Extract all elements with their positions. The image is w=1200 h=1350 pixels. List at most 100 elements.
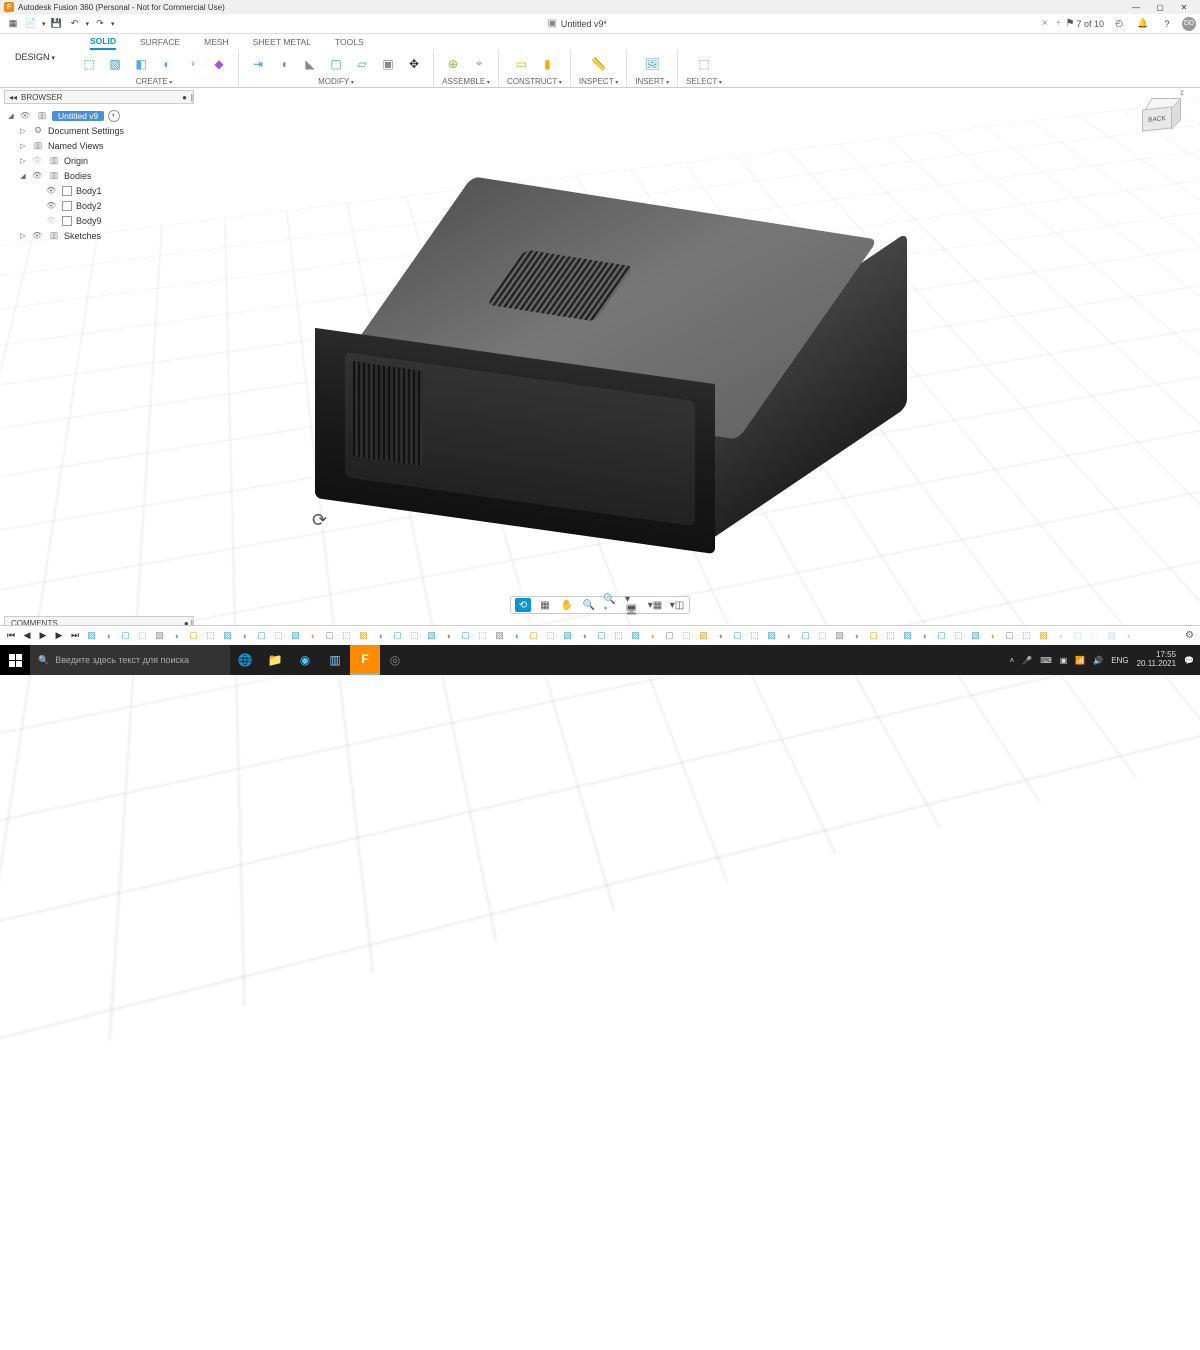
maximize-button[interactable]: ▢ [1148,0,1172,14]
timeline-step[interactable]: ◖ [781,629,796,643]
timeline-end-icon[interactable]: ⏭ [68,629,82,643]
tree-root[interactable]: ◢👁▥ Untitled v9 ◐ [4,108,194,123]
tray-clock[interactable]: 17:55 20.11.2021 [1137,651,1176,669]
version-badge-icon[interactable]: ◐ [108,110,120,122]
timeline-step[interactable]: ▢ [322,629,337,643]
tree-body2[interactable]: 👁Body2 [4,198,194,213]
timeline-step[interactable]: ⬚ [883,629,898,643]
tray-mic-icon[interactable]: 🎤 [1022,656,1032,665]
orbit-icon[interactable]: ⟲ [515,598,531,612]
timeline-step[interactable]: ▧ [560,629,575,643]
timeline-step[interactable]: ◖ [645,629,660,643]
timeline-step[interactable]: ◖ [1121,629,1136,643]
timeline-step[interactable]: ▢ [730,629,745,643]
timeline-step[interactable]: ⬚ [679,629,694,643]
timeline-step[interactable]: ▧ [220,629,235,643]
taskbar-fusion-icon[interactable]: F [350,645,380,675]
timeline-step[interactable]: ▧ [1036,629,1051,643]
group-select-label[interactable]: SELECT [686,77,722,87]
timeline-step[interactable]: ▧ [84,629,99,643]
timeline-step[interactable]: ⬚ [1087,629,1102,643]
workspace-switcher[interactable]: DESIGN [0,34,70,87]
box-icon[interactable]: ▧ [104,53,126,75]
timeline-step[interactable]: ▢ [866,629,881,643]
file-icon[interactable]: 📄 [22,16,40,32]
timeline-step[interactable]: ◖ [985,629,1000,643]
save-icon[interactable]: 💾 [48,16,66,32]
timeline-step[interactable]: ▢ [254,629,269,643]
redo-dropdown-icon[interactable]: ▾ [111,20,115,28]
minimize-button[interactable]: — [1124,0,1148,14]
timeline-step[interactable]: ⬚ [747,629,762,643]
tree-doc-settings[interactable]: ▷⚙Document Settings [4,123,194,138]
extensions-button[interactable]: ⚑7 of 10 [1066,18,1105,29]
timeline-step[interactable]: ▢ [186,629,201,643]
timeline-step[interactable]: ▢ [458,629,473,643]
taskbar-explorer-icon[interactable]: 📁 [260,645,290,675]
help-icon[interactable]: ? [1158,16,1176,32]
zoom-icon[interactable]: 🔍 [581,598,597,612]
notifications-icon[interactable]: 🔔 [1134,16,1152,32]
timeline-step[interactable]: ▧ [764,629,779,643]
select-icon[interactable]: ⬚ [693,53,715,75]
group-inspect-label[interactable]: INSPECT [579,77,618,87]
plane-icon[interactable]: ▭ [510,53,532,75]
tab-surface[interactable]: SURFACE [140,35,180,49]
timeline-fwd-icon[interactable]: ▶ [52,629,66,643]
timeline-step[interactable]: ◖ [169,629,184,643]
timeline-step[interactable]: ▢ [934,629,949,643]
as-built-joint-icon[interactable]: ⌖ [468,53,490,75]
timeline-step[interactable]: ▧ [696,629,711,643]
timeline-step[interactable]: ◖ [237,629,252,643]
grid-settings-icon[interactable]: ▾▦ [647,598,663,612]
tab-tools[interactable]: TOOLS [335,35,364,49]
timeline-step[interactable]: ◖ [305,629,320,643]
tray-wifi-icon[interactable]: 📶 [1075,656,1085,665]
viewcube[interactable]: z BACK [1140,94,1182,136]
timeline-step[interactable]: ◖ [101,629,116,643]
timeline-step[interactable]: ▧ [288,629,303,643]
timeline-step[interactable]: ▢ [1070,629,1085,643]
system-tray[interactable]: ˄ 🎤 ⌨ ▣ 📶 🔊 ENG 17:55 20.11.2021 💬 [1010,651,1200,669]
timeline-step[interactable]: ⬚ [951,629,966,643]
document-tab-label[interactable]: Untitled v9* [561,19,607,29]
extrude-icon[interactable]: ◧ [130,53,152,75]
timeline-step[interactable]: ▢ [118,629,133,643]
tree-origin[interactable]: ▷👁▥Origin [4,153,194,168]
timeline-step[interactable]: ▢ [1002,629,1017,643]
tree-sketches[interactable]: ▷👁▥Sketches [4,228,194,243]
axis-icon[interactable]: ▮ [536,53,558,75]
timeline-step[interactable]: ▧ [424,629,439,643]
press-pull-icon[interactable]: ⇥ [247,53,269,75]
tray-lang[interactable]: ENG [1111,656,1128,665]
timeline-step[interactable]: ◖ [849,629,864,643]
timeline-step[interactable]: ▢ [798,629,813,643]
timeline-settings-icon[interactable]: ⚙ [1185,630,1194,641]
job-status-icon[interactable]: ◴ [1110,16,1128,32]
timeline-step[interactable]: ⬚ [475,629,490,643]
group-construct-label[interactable]: CONSTRUCT [507,77,562,87]
tray-nvidia-icon[interactable]: ▣ [1060,656,1068,665]
tree-body1[interactable]: 👁Body1 [4,183,194,198]
tray-keyboard-icon[interactable]: ⌨ [1040,656,1052,665]
chamfer-icon[interactable]: ◣ [299,53,321,75]
taskbar-obs-icon[interactable]: ◎ [380,645,410,675]
timeline-step[interactable]: ⬚ [543,629,558,643]
user-avatar[interactable]: DD [1182,17,1196,31]
timeline-step[interactable]: ⬚ [815,629,830,643]
browser-collapse-icon[interactable]: | [191,93,193,102]
tree-body9[interactable]: 👁Body9 [4,213,194,228]
taskbar-app4-icon[interactable]: ▥ [320,645,350,675]
sweep-icon[interactable]: ⬫ [182,53,204,75]
timeline-step[interactable]: ▧ [900,629,915,643]
group-modify-label[interactable]: MODIFY [318,77,354,87]
group-create-label[interactable]: CREATE [136,77,173,87]
tab-add-icon[interactable]: + [1052,18,1066,29]
taskbar-edge-icon[interactable]: 🌐 [230,645,260,675]
shell-icon[interactable]: ▢ [325,53,347,75]
taskbar-app3-icon[interactable]: ◉ [290,645,320,675]
timeline-step[interactable]: ▧ [628,629,643,643]
redo-icon[interactable]: ↷ [91,16,109,32]
joint-icon[interactable]: ⊕ [442,53,464,75]
tab-close-icon[interactable]: × [1038,18,1052,29]
